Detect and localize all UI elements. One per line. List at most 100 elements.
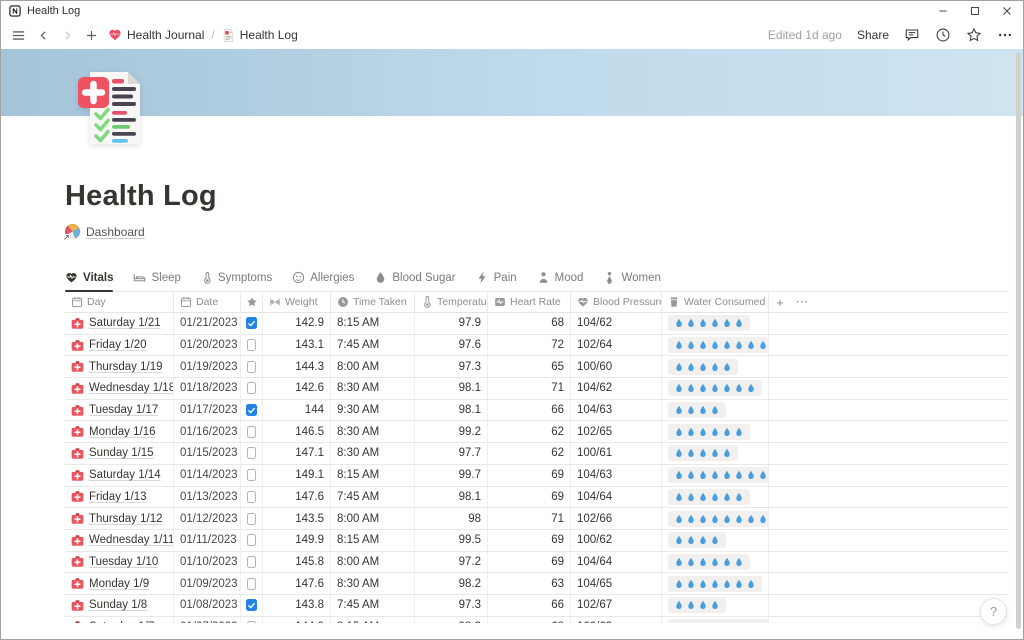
date-cell[interactable]: 01/21/2023 — [174, 313, 241, 334]
weight-cell[interactable]: 143.5 — [263, 508, 331, 529]
day-page-link[interactable]: Wednesday 1/18 — [89, 382, 174, 394]
day-page-link[interactable]: Sunday 1/8 — [89, 599, 147, 611]
row-checkbox[interactable] — [247, 426, 256, 438]
day-cell[interactable]: Thursday 1/19 — [65, 356, 174, 377]
day-cell[interactable]: Friday 1/13 — [65, 487, 174, 508]
tab-symptoms[interactable]: Symptoms — [201, 271, 272, 291]
temperature-cell[interactable]: 97.6 — [415, 335, 488, 356]
heart-rate-cell[interactable]: 71 — [488, 508, 571, 529]
date-cell[interactable]: 01/20/2023 — [174, 335, 241, 356]
blood-pressure-cell[interactable]: 100/60 — [571, 356, 662, 377]
day-cell[interactable]: Wednesday 1/18 — [65, 378, 174, 399]
heart-rate-cell[interactable]: 66 — [488, 400, 571, 421]
blood-pressure-cell[interactable]: 104/65 — [571, 573, 662, 594]
close-button[interactable] — [991, 1, 1023, 21]
column-header-temperature[interactable]: Temperature — [415, 292, 488, 312]
weight-cell[interactable]: 143.1 — [263, 335, 331, 356]
tab-women[interactable]: Women — [603, 271, 660, 291]
water-consumed-cell[interactable] — [662, 313, 769, 334]
vertical-scrollbar[interactable] — [1016, 53, 1021, 629]
help-button[interactable]: ? — [980, 598, 1007, 625]
water-consumed-cell[interactable] — [662, 400, 769, 421]
temperature-cell[interactable]: 97.7 — [415, 443, 488, 464]
time-taken-cell[interactable]: 8:15 AM — [331, 617, 415, 623]
temperature-cell[interactable]: 98.1 — [415, 400, 488, 421]
blood-pressure-cell[interactable]: 104/62 — [571, 378, 662, 399]
time-taken-cell[interactable]: 8:30 AM — [331, 378, 415, 399]
water-consumed-cell[interactable] — [662, 487, 769, 508]
blood-pressure-cell[interactable]: 104/64 — [571, 487, 662, 508]
share-button[interactable]: Share — [857, 28, 889, 42]
row-checkbox[interactable] — [247, 382, 256, 394]
day-cell[interactable]: Sunday 1/15 — [65, 443, 174, 464]
more-options-button[interactable] — [997, 27, 1013, 43]
temperature-cell[interactable]: 98.3 — [415, 617, 488, 623]
blood-pressure-cell[interactable]: 100/61 — [571, 443, 662, 464]
day-cell[interactable]: Saturday 1/14 — [65, 465, 174, 486]
temperature-cell[interactable]: 97.2 — [415, 552, 488, 573]
day-cell[interactable]: Monday 1/9 — [65, 573, 174, 594]
date-cell[interactable]: 01/10/2023 — [174, 552, 241, 573]
day-page-link[interactable]: Thursday 1/12 — [89, 513, 163, 525]
weight-cell[interactable]: 149.9 — [263, 530, 331, 551]
time-taken-cell[interactable]: 8:30 AM — [331, 573, 415, 594]
time-taken-cell[interactable]: 9:30 AM — [331, 400, 415, 421]
minimize-button[interactable] — [927, 1, 959, 21]
forward-button[interactable] — [61, 29, 74, 42]
weight-cell[interactable]: 144.9 — [263, 617, 331, 623]
tab-vitals[interactable]: Vitals — [65, 271, 113, 291]
row-checkbox[interactable] — [247, 339, 256, 351]
tab-pain[interactable]: Pain — [476, 271, 517, 291]
column-header-day[interactable]: Day — [65, 292, 174, 312]
day-page-link[interactable]: Tuesday 1/10 — [89, 556, 158, 568]
favorite-button[interactable] — [966, 27, 982, 43]
blood-pressure-cell[interactable]: 102/66 — [571, 508, 662, 529]
weight-cell[interactable]: 149.1 — [263, 465, 331, 486]
day-cell[interactable]: Saturday 1/7 — [65, 617, 174, 623]
weight-cell[interactable]: 147.6 — [263, 573, 331, 594]
water-consumed-cell[interactable] — [662, 443, 769, 464]
time-taken-cell[interactable]: 7:45 AM — [331, 487, 415, 508]
column-header-heart_rate[interactable]: Heart Rate — [488, 292, 571, 312]
tab-sleep[interactable]: Sleep — [133, 271, 180, 291]
back-button[interactable] — [37, 29, 50, 42]
water-consumed-cell[interactable] — [662, 552, 769, 573]
temperature-cell[interactable]: 98.1 — [415, 487, 488, 508]
tab-allergies[interactable]: Allergies — [292, 271, 354, 291]
blood-pressure-cell[interactable]: 104/63 — [571, 465, 662, 486]
water-consumed-cell[interactable] — [662, 356, 769, 377]
water-consumed-cell[interactable] — [662, 530, 769, 551]
blood-pressure-cell[interactable]: 100/62 — [571, 530, 662, 551]
heart-rate-cell[interactable]: 68 — [488, 313, 571, 334]
time-taken-cell[interactable]: 8:30 AM — [331, 421, 415, 442]
heart-rate-cell[interactable]: 62 — [488, 421, 571, 442]
temperature-cell[interactable]: 99.2 — [415, 421, 488, 442]
blood-pressure-cell[interactable]: 102/65 — [571, 421, 662, 442]
day-page-link[interactable]: Friday 1/20 — [89, 339, 147, 351]
weight-cell[interactable]: 144.3 — [263, 356, 331, 377]
day-cell[interactable]: Thursday 1/12 — [65, 508, 174, 529]
day-cell[interactable]: Friday 1/20 — [65, 335, 174, 356]
date-cell[interactable]: 01/11/2023 — [174, 530, 241, 551]
heart-rate-cell[interactable]: 69 — [488, 487, 571, 508]
weight-cell[interactable]: 142.6 — [263, 378, 331, 399]
heart-rate-cell[interactable]: 62 — [488, 443, 571, 464]
date-cell[interactable]: 01/15/2023 — [174, 443, 241, 464]
date-cell[interactable]: 01/08/2023 — [174, 595, 241, 616]
row-checkbox[interactable] — [247, 361, 256, 373]
day-cell[interactable]: Monday 1/16 — [65, 421, 174, 442]
column-header-water[interactable]: Water Consumed — [662, 292, 769, 312]
table-options-button[interactable]: ⋯ — [791, 292, 813, 312]
tab-blood-sugar[interactable]: Blood Sugar — [374, 271, 455, 291]
time-taken-cell[interactable]: 8:15 AM — [331, 313, 415, 334]
heart-rate-cell[interactable]: 71 — [488, 378, 571, 399]
breadcrumb-health-journal[interactable]: Health Journal — [108, 28, 204, 42]
blood-pressure-cell[interactable]: 104/63 — [571, 400, 662, 421]
page-icon-large[interactable] — [76, 67, 144, 147]
day-page-link[interactable]: Saturday 1/7 — [89, 621, 154, 623]
water-consumed-cell[interactable] — [662, 465, 769, 486]
heart-rate-cell[interactable]: 63 — [488, 573, 571, 594]
row-checkbox[interactable] — [246, 404, 257, 416]
day-page-link[interactable]: Saturday 1/14 — [89, 469, 161, 481]
column-header-weight[interactable]: Weight — [263, 292, 331, 312]
